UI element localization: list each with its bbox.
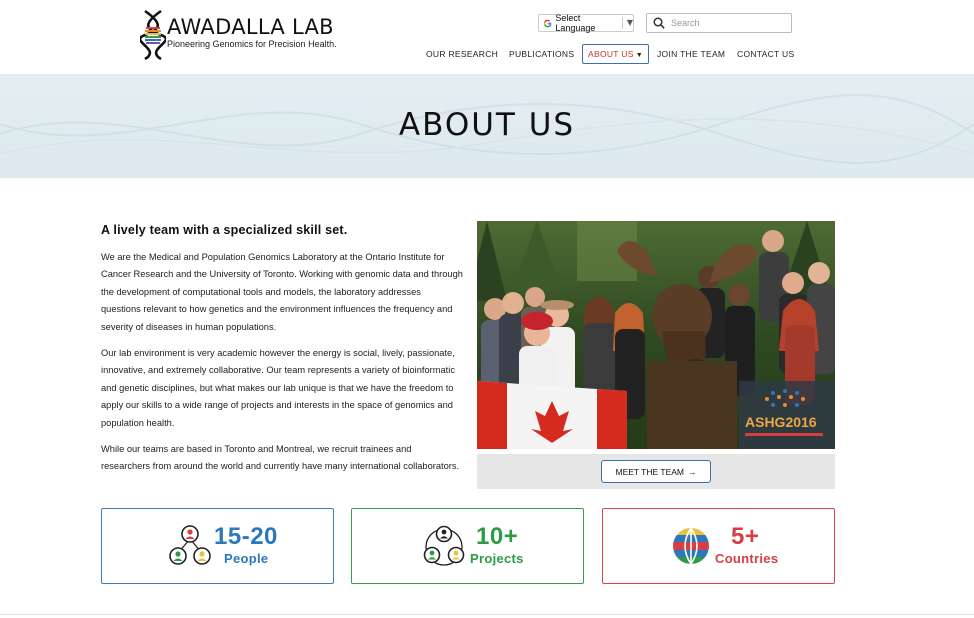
search-box[interactable]: [646, 13, 792, 33]
nav-about-us-label: ABOUT US: [588, 49, 634, 59]
dropdown-caret-icon: ▼: [621, 17, 633, 29]
footer-divider: [0, 614, 974, 615]
arrow-right-icon: →: [688, 466, 697, 477]
stat-people: 15-20 People: [101, 508, 334, 584]
network-icon: [423, 525, 465, 566]
stat-projects-number: 10+: [476, 523, 519, 550]
nav-our-research[interactable]: OUR RESEARCH: [426, 44, 498, 64]
meet-the-team-button[interactable]: MEET THE TEAM →: [601, 460, 711, 483]
stat-countries-label: Countries: [715, 551, 779, 566]
intro-heading: A lively team with a specialized skill s…: [101, 223, 348, 237]
page-title: ABOUT US: [398, 107, 576, 143]
nav-caret-icon: ▼: [635, 52, 643, 59]
nav-about-us[interactable]: ABOUT US ▼: [582, 44, 649, 64]
language-select[interactable]: Select Language ▼: [538, 13, 634, 33]
stat-people-number: 15-20: [214, 523, 278, 550]
intro-paragraph: Our lab environment is very academic how…: [101, 348, 455, 428]
nav-contact-us[interactable]: CONTACT US: [737, 44, 794, 64]
hero-banner: ABOUT US: [0, 74, 974, 178]
stat-projects: 10+ Projects: [351, 508, 584, 584]
google-icon: [543, 19, 552, 27]
nav-publications[interactable]: PUBLICATIONS: [509, 44, 574, 64]
intro-paragraph: While our teams are based in Toronto and…: [101, 444, 460, 472]
logo-title: AWADALLA LAB: [167, 15, 334, 39]
ashg-banner-text: ASHG2016: [745, 414, 817, 430]
stat-people-label: People: [224, 551, 269, 566]
intro-paragraph: We are the Medical and Population Genomi…: [101, 252, 463, 332]
meet-the-team-label: MEET THE TEAM: [615, 466, 685, 477]
stat-projects-label: Projects: [470, 551, 524, 566]
search-icon: [653, 17, 665, 29]
language-label: Select Language: [555, 13, 596, 33]
search-input[interactable]: [671, 18, 781, 28]
team-photo: ASHG2016: [477, 221, 835, 449]
meet-team-bar: MEET THE TEAM →: [477, 454, 835, 489]
globe-icon: [673, 528, 709, 564]
nav-join-the-team[interactable]: JOIN THE TEAM: [657, 44, 725, 64]
site-header: AWADALLA LAB Pioneering Genomics for Pre…: [0, 0, 974, 74]
team-photo-illustration: ASHG2016: [477, 221, 835, 449]
stat-countries: 5+ Countries: [602, 508, 835, 584]
people-icon: [169, 525, 211, 565]
main-nav: OUR RESEARCH PUBLICATIONS ABOUT US ▼ JOIN…: [0, 44, 974, 64]
stat-countries-number: 5+: [731, 523, 760, 550]
